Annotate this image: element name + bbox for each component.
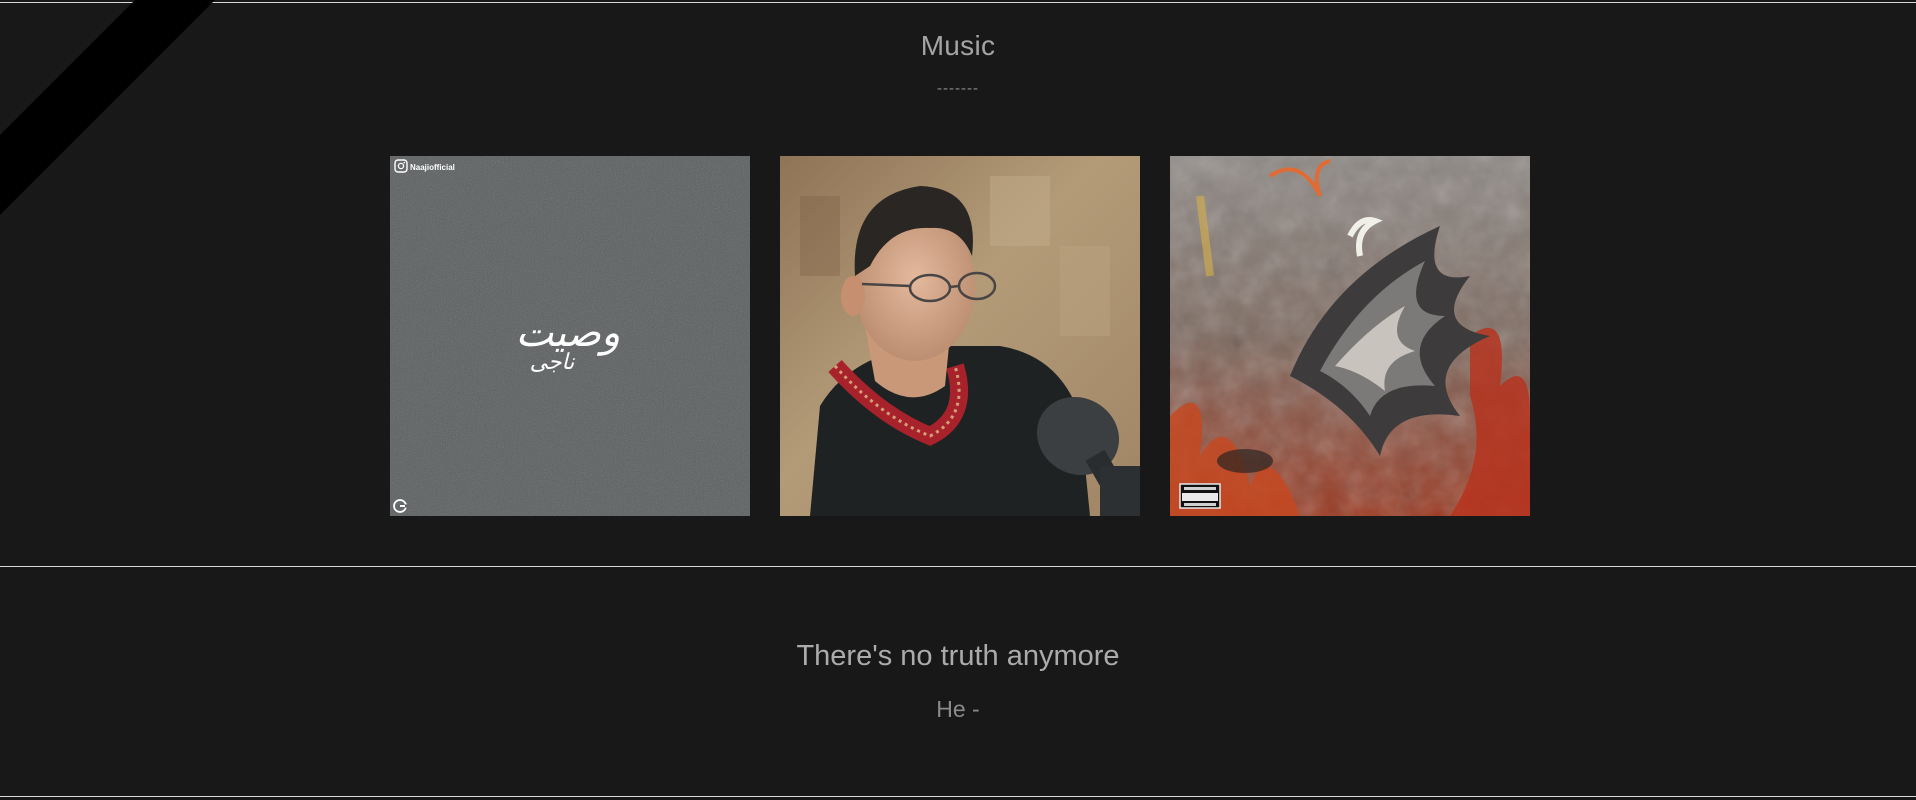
- page: Music ------- Naajiofficial وصیت ناجی Th…: [0, 0, 1916, 800]
- section-title-music: Music: [920, 30, 996, 61]
- quote-author: He -: [936, 696, 980, 722]
- top-divider-line: [0, 2, 1916, 3]
- section-title-divider: -------: [937, 80, 979, 97]
- parental-advisory-label: [1179, 483, 1221, 509]
- section-divider-line: [0, 566, 1916, 567]
- music-gallery: Naajiofficial وصیت ناجی: [390, 156, 1530, 516]
- album-cover-vasiat[interactable]: Naajiofficial وصیت ناجی: [390, 156, 750, 516]
- quote-text: There's no truth anymore: [796, 640, 1120, 672]
- album-cover-burning-bird[interactable]: [1170, 156, 1530, 516]
- bottom-divider-line: [0, 796, 1916, 797]
- instagram-handle: Naajiofficial: [410, 163, 455, 172]
- album-cover-portrait[interactable]: [780, 156, 1140, 516]
- album-calligraphy-sub: ناجی: [530, 350, 576, 375]
